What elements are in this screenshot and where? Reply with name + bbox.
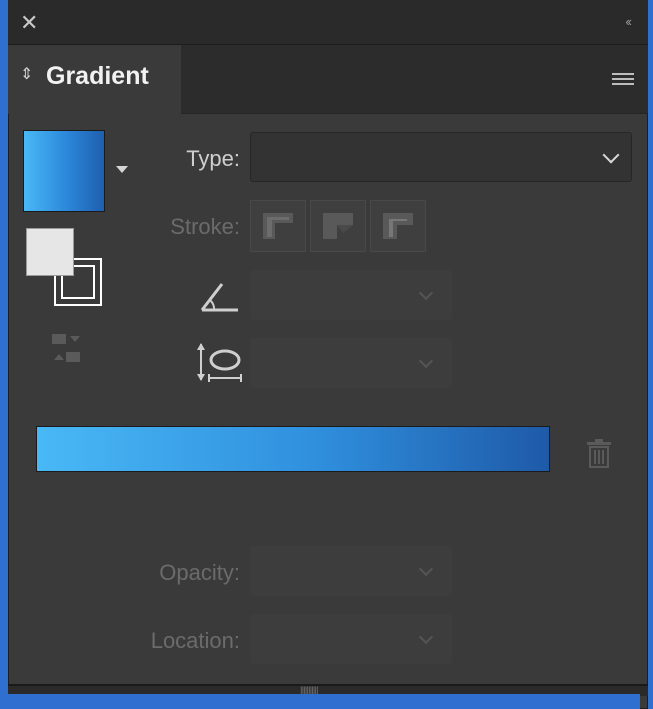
- gradient-panel: ✕ ‹‹ ⇕ Gradient Type: Stroke: Opacity: L…: [8, 0, 648, 709]
- stroke-along-button[interactable]: [310, 200, 366, 252]
- opacity-label: Opacity:: [159, 560, 240, 585]
- panel-titlebar: ✕ ‹‹: [8, 0, 648, 45]
- location-dropdown[interactable]: [250, 614, 452, 664]
- angle-dropdown[interactable]: [250, 270, 452, 320]
- type-dropdown[interactable]: [250, 132, 632, 182]
- angle-icon: [200, 283, 238, 312]
- opacity-dropdown[interactable]: [250, 546, 452, 596]
- aspect-ratio-icon: [197, 343, 242, 382]
- fill-swatch[interactable]: [26, 228, 74, 276]
- fill-stroke-selector: [24, 228, 104, 308]
- chevron-down-icon: [418, 285, 434, 301]
- stroke-across-button[interactable]: [370, 200, 426, 252]
- stroke-within-button[interactable]: [250, 200, 306, 252]
- type-label: Type:: [186, 146, 240, 171]
- tab-arrows-icon: ⇕: [20, 66, 34, 83]
- background-edge: [0, 694, 640, 709]
- menu-icon[interactable]: [612, 73, 634, 87]
- chevron-down-icon: [418, 629, 434, 645]
- tab-row: ⇕ Gradient: [8, 45, 648, 114]
- stroke-along-icon: [323, 213, 353, 239]
- trash-icon[interactable]: [586, 438, 612, 468]
- chevron-down-icon: [602, 146, 620, 164]
- close-icon[interactable]: ✕: [20, 12, 38, 34]
- location-label: Location:: [150, 628, 240, 653]
- collapse-icon[interactable]: ‹‹: [625, 14, 632, 29]
- gradient-slider[interactable]: [36, 426, 550, 472]
- aspect-ratio-dropdown[interactable]: [250, 338, 452, 388]
- swatch-dropdown-icon[interactable]: [116, 166, 128, 173]
- stroke-label: Stroke:: [170, 214, 240, 239]
- stroke-within-icon: [263, 213, 293, 239]
- tab-label: Gradient: [46, 62, 149, 90]
- stroke-across-icon: [383, 213, 413, 239]
- tab-gradient[interactable]: ⇕ Gradient: [8, 45, 181, 114]
- reverse-gradient-icon[interactable]: [50, 332, 84, 366]
- gradient-swatch[interactable]: [23, 130, 105, 212]
- chevron-down-icon: [418, 353, 434, 369]
- chevron-down-icon: [418, 561, 434, 577]
